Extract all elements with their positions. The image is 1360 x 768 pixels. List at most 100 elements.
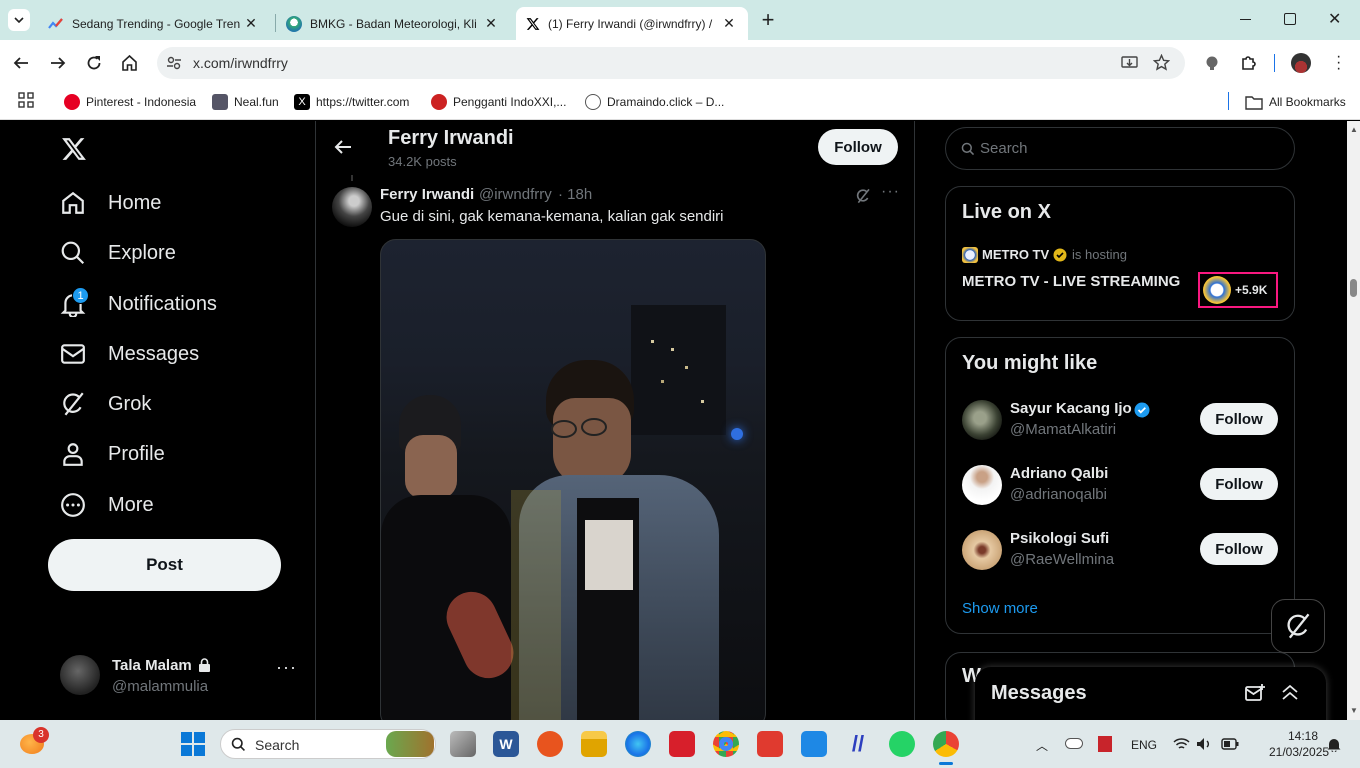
suggestion-row[interactable]: Psikologi Sufi @RaeWellmina Follow <box>946 528 1294 583</box>
nav-label: Messages <box>108 342 200 365</box>
suggestion-row[interactable]: Adriano Qalbi @adrianoqalbi Follow <box>946 463 1294 518</box>
nav-grok[interactable]: Grok <box>60 386 151 422</box>
avatar[interactable] <box>332 187 372 227</box>
x-page: Home Explore Notifications 1 Messages Gr… <box>0 121 1347 720</box>
clock-time[interactable]: 14:18 <box>1288 729 1318 743</box>
bookmark-twitter[interactable]: Xhttps://twitter.com <box>294 92 409 112</box>
scrollbar-thumb[interactable] <box>1350 279 1357 297</box>
new-tab-button[interactable]: + <box>758 9 778 31</box>
forward-icon[interactable] <box>50 55 66 71</box>
file-explorer-icon[interactable] <box>581 731 607 757</box>
whatsapp-icon[interactable] <box>889 731 915 757</box>
volume-icon[interactable] <box>1196 737 1212 751</box>
search-input[interactable]: Search <box>980 140 1028 157</box>
close-icon[interactable]: ✕ <box>242 15 260 32</box>
live-host-name[interactable]: METRO TV <box>982 247 1049 262</box>
profile-avatar[interactable] <box>1291 53 1311 73</box>
nav-explore[interactable]: Explore <box>60 235 176 271</box>
grok-icon[interactable] <box>855 188 871 204</box>
back-arrow-icon[interactable] <box>334 139 352 155</box>
site-info-icon[interactable] <box>166 55 182 71</box>
language-indicator[interactable]: ENG <box>1131 738 1157 752</box>
extensions-puzzle-icon[interactable] <box>1240 54 1258 72</box>
install-app-icon[interactable] <box>1121 55 1138 71</box>
tweet-time[interactable]: · 18h <box>558 186 592 203</box>
chevron-double-up-icon[interactable] <box>1281 683 1299 701</box>
close-icon[interactable]: ✕ <box>720 15 738 32</box>
suggestion-row[interactable]: Sayur Kacang Ijo @MamatAlkatiri Follow <box>946 398 1294 453</box>
lens-extension-icon[interactable] <box>1204 55 1220 71</box>
notification-center-icon[interactable] <box>1326 736 1342 752</box>
bookmark-dramaindo[interactable]: Dramaindo.click – D... <box>585 92 724 112</box>
messages-drawer[interactable]: Messages <box>975 667 1326 720</box>
app-red-icon[interactable] <box>669 731 695 757</box>
windows-start-icon[interactable] <box>181 732 205 756</box>
tab-google-trends[interactable]: Sedang Trending - Google Tren ✕ <box>38 7 270 40</box>
edge-icon[interactable] <box>625 731 651 757</box>
app-se-icon[interactable] <box>757 731 783 757</box>
nav-messages[interactable]: Messages <box>60 336 199 372</box>
app-slash-icon[interactable]: // <box>845 731 871 757</box>
nav-profile[interactable]: Profile <box>60 436 165 472</box>
tab-bmkg[interactable]: BMKG - Badan Meteorologi, Kli ✕ <box>276 7 510 40</box>
wifi-icon[interactable] <box>1173 737 1190 751</box>
tweet-photo[interactable] <box>380 239 766 720</box>
onedrive-icon[interactable] <box>1065 738 1083 749</box>
account-switcher[interactable]: Tala Malam @malammulia ··· <box>60 655 310 697</box>
follow-button[interactable]: Follow <box>1200 533 1278 565</box>
section-title: You might like <box>962 352 1098 374</box>
chevron-up-icon[interactable]: ︿ <box>1036 737 1048 754</box>
follow-button[interactable]: Follow <box>1200 403 1278 435</box>
grok-floating-button[interactable] <box>1271 599 1325 653</box>
follow-button[interactable]: Follow <box>1200 468 1278 500</box>
reload-icon[interactable] <box>86 55 102 71</box>
star-icon[interactable] <box>1153 54 1170 71</box>
word-icon[interactable]: W <box>493 731 519 757</box>
new-message-icon[interactable] <box>1245 684 1265 702</box>
scrollbar-track[interactable]: ▲ ▼ <box>1347 121 1360 720</box>
minimize-button[interactable] <box>1236 10 1256 30</box>
bookmark-pinterest[interactable]: Pinterest - Indonesia <box>64 92 196 112</box>
notepad-icon[interactable] <box>801 731 827 757</box>
scroll-up-icon[interactable]: ▲ <box>1350 125 1358 134</box>
bookmark-label: Pengganti IndoXXI,... <box>453 95 567 109</box>
address-bar[interactable]: x.com/irwndfrry <box>157 47 1185 79</box>
task-view-icon[interactable] <box>450 731 476 757</box>
show-more-link[interactable]: Show more <box>962 600 1038 617</box>
close-window-button[interactable]: ✕ <box>1328 9 1341 29</box>
all-bookmarks[interactable]: All Bookmarks <box>1245 92 1346 112</box>
battery-icon[interactable] <box>1221 738 1239 750</box>
live-stream-title[interactable]: METRO TV - LIVE STREAMING <box>962 273 1180 290</box>
back-icon[interactable] <box>13 55 29 71</box>
bookmark-nealfun[interactable]: Neal.fun <box>212 92 279 112</box>
browser-tab-bar: Sedang Trending - Google Tren ✕ BMKG - B… <box>0 0 1360 40</box>
tab-search-button[interactable] <box>8 9 30 31</box>
clock-date[interactable]: 21/03/2025 <box>1269 745 1329 759</box>
chrome-icon[interactable] <box>713 731 739 757</box>
close-icon[interactable]: ✕ <box>482 15 500 32</box>
live-listeners[interactable]: +5.9K <box>1198 272 1278 308</box>
more-dots-icon[interactable]: ··· <box>276 657 297 678</box>
app-tray-icon[interactable] <box>1098 736 1112 752</box>
restore-button[interactable] <box>1284 13 1296 25</box>
wps-icon[interactable] <box>537 731 563 757</box>
scroll-down-icon[interactable]: ▼ <box>1350 706 1358 715</box>
nav-label: Grok <box>108 392 152 415</box>
bookmark-indoxxi[interactable]: Pengganti IndoXXI,... <box>431 92 566 112</box>
home-icon[interactable] <box>121 54 138 71</box>
nav-home[interactable]: Home <box>60 185 161 221</box>
tweet-author-handle[interactable]: @irwndfrry <box>479 186 552 203</box>
follow-button[interactable]: Follow <box>818 129 898 165</box>
taskbar-search[interactable]: Search <box>220 729 436 759</box>
more-dots-icon[interactable]: ··· <box>881 183 900 201</box>
tweet-author-name[interactable]: Ferry Irwandi <box>380 186 474 203</box>
apps-grid-icon[interactable] <box>18 92 34 108</box>
post-button[interactable]: Post <box>48 539 281 591</box>
x-logo-icon[interactable] <box>60 136 88 162</box>
nav-more[interactable]: More <box>60 487 154 523</box>
search-box[interactable]: Search <box>945 127 1295 170</box>
weather-widget[interactable]: 3 <box>18 727 49 756</box>
chrome-menu-icon[interactable]: · · · <box>1336 49 1341 77</box>
tab-x-profile[interactable]: (1) Ferry Irwandi (@irwndfrry) / ✕ <box>516 7 748 40</box>
chrome-profile-icon[interactable] <box>933 731 959 757</box>
